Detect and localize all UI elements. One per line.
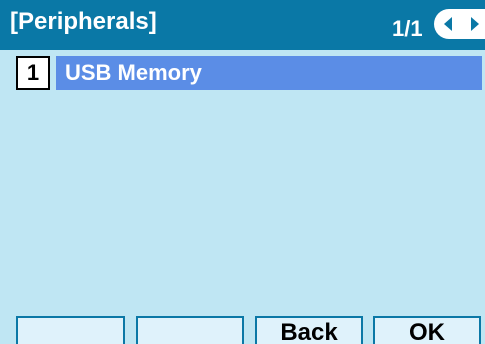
screen-title: [Peripherals]	[10, 8, 157, 35]
softkey-1[interactable]	[16, 316, 125, 344]
menu-item-usb-memory[interactable]: 1 USB Memory	[16, 56, 482, 90]
ok-softkey[interactable]: OK	[373, 316, 481, 344]
left-arrow-icon[interactable]	[444, 17, 452, 31]
softkey-2[interactable]	[136, 316, 244, 344]
menu-item-label: USB Memory	[56, 56, 482, 90]
right-arrow-icon[interactable]	[471, 17, 479, 31]
phone-display-screen: [Peripherals] 1/1 1 USB Memory Back OK	[0, 0, 485, 344]
menu-item-number: 1	[16, 56, 50, 90]
page-navigation	[434, 9, 485, 39]
title-bar: [Peripherals] 1/1	[0, 0, 485, 50]
back-softkey[interactable]: Back	[255, 316, 363, 344]
page-indicator: 1/1	[392, 16, 423, 41]
